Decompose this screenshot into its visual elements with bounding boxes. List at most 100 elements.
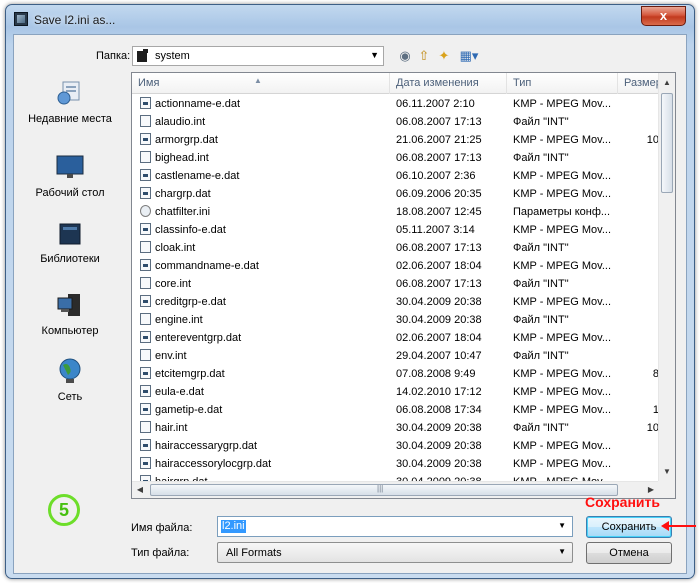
new-folder-icon[interactable]: ✦: [435, 47, 453, 65]
file-row[interactable]: gametip-e.dat 06.08.2008 17:34 KMP - MPEG …: [132, 401, 659, 419]
filename-value[interactable]: l2.ini: [221, 520, 246, 533]
scroll-down-icon[interactable]: ▼: [659, 464, 675, 480]
file-date-cell: 06.08.2008 17:34: [396, 404, 482, 416]
file-type-cell: KMP - MPEG Mov...: [513, 98, 611, 110]
chevron-down-icon[interactable]: ▼: [558, 521, 566, 530]
file-name-cell[interactable]: creditgrp-e.dat: [140, 293, 390, 311]
column-header-size[interactable]: Размер: [618, 73, 662, 94]
column-header-name[interactable]: Имя ▲: [132, 73, 390, 94]
file-row[interactable]: creditgrp-e.dat 30.04.2009 20:38 KMP - MPE…: [132, 293, 659, 311]
file-row[interactable]: classinfo-e.dat 05.11.2007 3:14 KMP - MPEG…: [132, 221, 659, 239]
file-name-cell[interactable]: hair.int: [140, 419, 390, 437]
place-label: Рабочий стол: [35, 187, 105, 199]
close-button[interactable]: x: [641, 6, 686, 26]
view-menu-icon[interactable]: ▦▾: [456, 47, 482, 65]
file-type-cell: KMP - MPEG Mov...: [513, 368, 611, 380]
file-name-cell[interactable]: engine.int: [140, 311, 390, 329]
file-list[interactable]: Имя ▲ Дата изменения Тип Размер actionna…: [131, 72, 676, 499]
place-recent[interactable]: Недавние места: [14, 78, 126, 126]
file-row[interactable]: armorgrp.dat 21.06.2007 21:25 KMP - MPEG M…: [132, 131, 659, 149]
save-button[interactable]: Сохранить: [586, 516, 672, 538]
up-folder-icon[interactable]: ⇧: [415, 47, 433, 65]
file-row[interactable]: hairaccessorylocgrp.dat 30.04.2009 20:38 K…: [132, 455, 659, 473]
file-name: hairaccessarygrp.dat: [155, 440, 258, 452]
cancel-button[interactable]: Отмена: [586, 542, 672, 564]
column-label: Дата изменения: [396, 77, 479, 89]
file-row[interactable]: eula-e.dat 14.02.2010 17:12 KMP - MPEG Mov…: [132, 383, 659, 401]
file-row[interactable]: actionname-e.dat 06.11.2007 2:10 KMP - MPE…: [132, 95, 659, 113]
file-row[interactable]: alaudio.int 06.08.2007 17:13 Файл "INT": [132, 113, 659, 131]
file-name-cell[interactable]: classinfo-e.dat: [140, 221, 390, 239]
file-name-cell[interactable]: bighead.int: [140, 149, 390, 167]
column-header-date[interactable]: Дата изменения: [390, 73, 507, 94]
place-computer[interactable]: Компьютер: [14, 290, 126, 338]
dat-file-icon: [140, 439, 151, 451]
vertical-scrollbar[interactable]: ▲ ▼: [658, 73, 675, 482]
file-name-cell[interactable]: etcitemgrp.dat: [140, 365, 390, 383]
file-name-cell[interactable]: eula-e.dat: [140, 383, 390, 401]
file-name-cell[interactable]: cloak.int: [140, 239, 390, 257]
file-row[interactable]: bighead.int 06.08.2007 17:13 Файл "INT": [132, 149, 659, 167]
file-row[interactable]: etcitemgrp.dat 07.08.2008 9:49 KMP - MPEG …: [132, 365, 659, 383]
scroll-up-icon[interactable]: ▲: [659, 75, 675, 91]
app-icon: [14, 12, 28, 26]
file-name-cell[interactable]: castlename-e.dat: [140, 167, 390, 185]
place-label: Библиотеки: [40, 253, 100, 265]
scroll-left-icon[interactable]: ◀: [132, 482, 148, 498]
folder-name: system: [155, 50, 190, 62]
file-row[interactable]: castlename-e.dat 06.10.2007 2:36 KMP - MPE…: [132, 167, 659, 185]
file-row[interactable]: cloak.int 06.08.2007 17:13 Файл "INT": [132, 239, 659, 257]
file-date-cell: 02.06.2007 18:04: [396, 260, 482, 272]
file-type-cell: KMP - MPEG Mov...: [513, 224, 611, 236]
file-name-cell[interactable]: chatfilter.ini: [140, 203, 390, 221]
place-network[interactable]: Сеть: [14, 356, 126, 404]
file-name-cell[interactable]: hairaccessorylocgrp.dat: [140, 455, 390, 473]
recent-places-icon: [57, 81, 80, 105]
libraries-icon: [59, 223, 81, 245]
chevron-down-icon[interactable]: ▼: [558, 547, 566, 556]
dat-file-icon: [140, 403, 151, 415]
file-type-cell: KMP - MPEG Mov...: [513, 332, 611, 344]
file-name: armorgrp.dat: [155, 134, 218, 146]
file-name-cell[interactable]: gametip-e.dat: [140, 401, 390, 419]
file-name-cell[interactable]: commandname-e.dat: [140, 257, 390, 275]
file-name-cell[interactable]: alaudio.int: [140, 113, 390, 131]
chevron-down-icon[interactable]: ▼: [370, 50, 379, 60]
file-name-cell[interactable]: entereventgrp.dat: [140, 329, 390, 347]
file-name-cell[interactable]: env.int: [140, 347, 390, 365]
file-name-cell[interactable]: hairaccessarygrp.dat: [140, 437, 390, 455]
filetype-dropdown[interactable]: All Formats ▼: [217, 542, 573, 563]
file-name-cell[interactable]: chargrp.dat: [140, 185, 390, 203]
title-bar[interactable]: Save l2.ini as... x: [6, 5, 694, 33]
folder-dropdown[interactable]: system ▼: [132, 46, 384, 66]
dat-file-icon: [140, 259, 151, 271]
file-name-cell[interactable]: actionname-e.dat: [140, 95, 390, 113]
file-row[interactable]: core.int 06.08.2007 17:13 Файл "INT": [132, 275, 659, 293]
file-row[interactable]: chatfilter.ini 18.08.2007 12:45 Параметры …: [132, 203, 659, 221]
scrollbar-thumb[interactable]: [661, 93, 673, 193]
file-row[interactable]: commandname-e.dat 02.06.2007 18:04 KMP - M…: [132, 257, 659, 275]
file-row[interactable]: hairaccessarygrp.dat 30.04.2009 20:38 KMP …: [132, 437, 659, 455]
place-libraries[interactable]: Библиотеки: [14, 218, 126, 266]
file-type-cell: KMP - MPEG Mov...: [513, 260, 611, 272]
dat-file-icon: [140, 385, 151, 397]
place-desktop[interactable]: Рабочий стол: [14, 152, 126, 200]
file-row[interactable]: hair.int 30.04.2009 20:38 Файл "INT" 10: [132, 419, 659, 437]
file-row[interactable]: chargrp.dat 06.09.2006 20:35 KMP - MPEG Mo…: [132, 185, 659, 203]
horizontal-scrollbar[interactable]: ◀ ||| ▶: [132, 481, 659, 498]
filetype-value: All Formats: [226, 547, 282, 559]
file-row[interactable]: engine.int 30.04.2009 20:38 Файл "INT": [132, 311, 659, 329]
filename-input[interactable]: l2.ini ▼: [217, 516, 573, 537]
scroll-corner: [658, 481, 675, 498]
file-name-cell[interactable]: core.int: [140, 275, 390, 293]
scrollbar-thumb[interactable]: |||: [150, 484, 618, 496]
file-name-cell[interactable]: armorgrp.dat: [140, 131, 390, 149]
file-row[interactable]: entereventgrp.dat 02.06.2007 18:04 KMP - M…: [132, 329, 659, 347]
file-row[interactable]: env.int 29.04.2007 10:47 Файл "INT": [132, 347, 659, 365]
file-date-cell: 06.09.2006 20:35: [396, 188, 482, 200]
file-name: engine.int: [155, 314, 203, 326]
folder-icon: [137, 49, 148, 62]
column-header-type[interactable]: Тип: [507, 73, 618, 94]
back-icon[interactable]: ◉: [396, 47, 414, 65]
file-date-cell: 29.04.2007 10:47: [396, 350, 482, 362]
